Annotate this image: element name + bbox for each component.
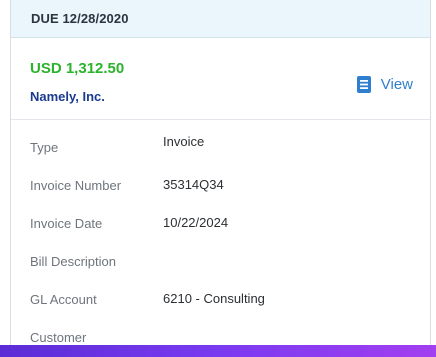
detail-row-invoice-date: Invoice Date 10/22/2024 [11,202,430,240]
detail-label: Invoice Number [30,178,122,193]
due-date-label: DUE 12/28/2020 [31,11,129,26]
detail-label: Bill Description [30,254,116,269]
detail-row-gl-account: GL Account 6210 - Consulting [11,278,430,316]
detail-value: 6210 - Consulting [163,291,265,306]
vendor-name: Namely, Inc. [30,89,105,104]
detail-row-bill-description: Bill Description [11,240,430,278]
document-icon [356,76,371,93]
view-link-label: View [380,76,413,93]
detail-row-customer: Customer [11,316,430,345]
bill-details: Type Invoice Invoice Number 35314Q34 Inv… [11,120,430,345]
bill-summary: USD 1,312.50 Namely, Inc. View [11,38,430,120]
due-date-header: DUE 12/28/2020 [11,0,430,38]
detail-label: Invoice Date [30,216,103,231]
bill-amount: USD 1,312.50 [30,60,125,77]
detail-value: 35314Q34 [163,177,224,192]
bill-card: DUE 12/28/2020 USD 1,312.50 Namely, Inc.… [10,0,431,345]
detail-value: Invoice [163,134,205,149]
detail-row-invoice-number: Invoice Number 35314Q34 [11,164,430,202]
view-bill-link[interactable]: View [356,76,413,93]
bottom-gradient-bar [0,345,436,357]
detail-value: 10/22/2024 [163,215,229,230]
detail-row-type: Type Invoice [11,126,430,164]
detail-label: Type [30,140,59,155]
detail-label: GL Account [30,292,97,307]
detail-label: Customer [30,330,87,345]
